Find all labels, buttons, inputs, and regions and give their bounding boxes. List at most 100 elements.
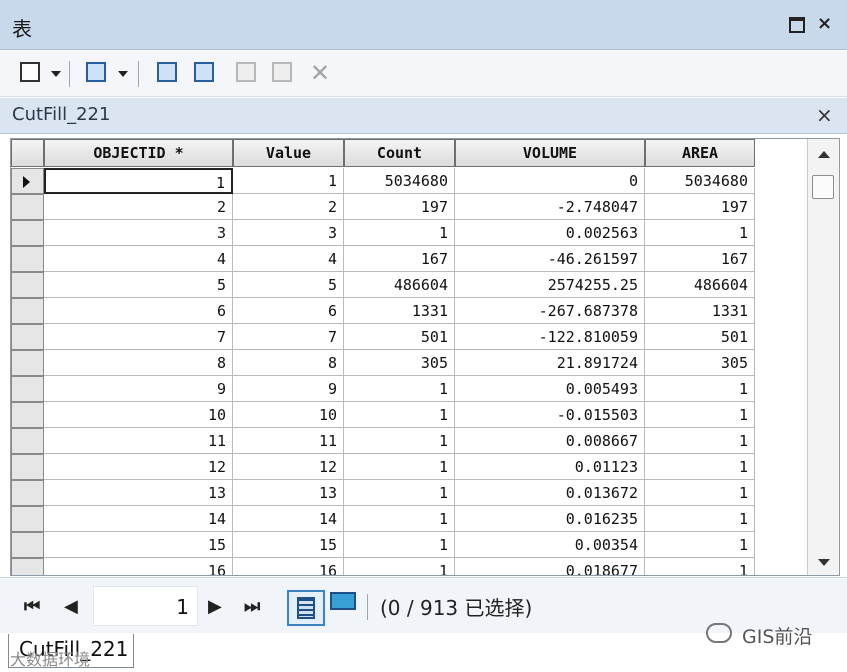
cell-value[interactable]: 8: [233, 350, 344, 376]
cell-count[interactable]: 1: [344, 506, 455, 532]
cell-volume[interactable]: -267.687378: [455, 298, 645, 324]
delete-selected-icon[interactable]: ✕: [310, 59, 330, 87]
row-selector[interactable]: [11, 402, 44, 428]
cell-area[interactable]: 1: [645, 220, 755, 246]
cell-volume[interactable]: -122.810059: [455, 324, 645, 350]
cell-objectid[interactable]: 16: [44, 558, 233, 575]
close-window-button[interactable]: ×: [817, 14, 832, 34]
cell-area[interactable]: 5034680: [645, 168, 755, 194]
cell-volume[interactable]: 0.01123: [455, 454, 645, 480]
first-record-button[interactable]: ⏮: [24, 596, 40, 617]
cell-value[interactable]: 15: [233, 532, 344, 558]
cell-volume[interactable]: -46.261597: [455, 246, 645, 272]
cell-value[interactable]: 7: [233, 324, 344, 350]
scroll-up-icon[interactable]: [818, 151, 830, 158]
select-all-corner[interactable]: [11, 139, 44, 167]
cell-objectid[interactable]: 13: [44, 480, 233, 506]
cell-count[interactable]: 486604: [344, 272, 455, 298]
cell-objectid[interactable]: 10: [44, 402, 233, 428]
cell-objectid[interactable]: 4: [44, 246, 233, 272]
cell-volume[interactable]: 21.891724: [455, 350, 645, 376]
cell-area[interactable]: 1: [645, 558, 755, 575]
cell-value[interactable]: 2: [233, 194, 344, 220]
row-selector[interactable]: [11, 428, 44, 454]
table-options-dropdown-icon[interactable]: [51, 71, 61, 77]
row-selector-current[interactable]: [11, 168, 44, 194]
cell-volume[interactable]: 2574255.25: [455, 272, 645, 298]
scroll-thumb[interactable]: [812, 175, 834, 199]
column-header-value[interactable]: Value: [233, 139, 344, 167]
row-selector[interactable]: [11, 480, 44, 506]
row-selector[interactable]: [11, 220, 44, 246]
cell-count[interactable]: 1: [344, 480, 455, 506]
cell-volume[interactable]: 0: [455, 168, 645, 194]
row-selector[interactable]: [11, 454, 44, 480]
column-header-area[interactable]: AREA: [645, 139, 755, 167]
scroll-down-icon[interactable]: [818, 559, 830, 566]
cell-count[interactable]: 1: [344, 532, 455, 558]
cell-value[interactable]: 14: [233, 506, 344, 532]
row-selector[interactable]: [11, 558, 44, 575]
row-selector[interactable]: [11, 350, 44, 376]
column-header-volume[interactable]: VOLUME: [455, 139, 645, 167]
cell-objectid[interactable]: 9: [44, 376, 233, 402]
cell-area[interactable]: 305: [645, 350, 755, 376]
related-tables-icon[interactable]: [84, 60, 110, 86]
column-header-count[interactable]: Count: [344, 139, 455, 167]
vertical-scrollbar[interactable]: [807, 139, 839, 575]
table-options-icon[interactable]: [18, 60, 44, 86]
cell-count[interactable]: 167: [344, 246, 455, 272]
cell-volume[interactable]: 0.008667: [455, 428, 645, 454]
cell-value[interactable]: 3: [233, 220, 344, 246]
cell-volume[interactable]: 0.005493: [455, 376, 645, 402]
column-header-objectid[interactable]: OBJECTID *: [44, 139, 233, 167]
cell-area[interactable]: 1331: [645, 298, 755, 324]
show-all-records-button[interactable]: [287, 590, 325, 626]
previous-record-button[interactable]: ◀: [64, 596, 78, 617]
cell-objectid[interactable]: 8: [44, 350, 233, 376]
cell-count[interactable]: 197: [344, 194, 455, 220]
cell-area[interactable]: 1: [645, 428, 755, 454]
cell-objectid[interactable]: 15: [44, 532, 233, 558]
cell-volume[interactable]: 0.013672: [455, 480, 645, 506]
maximize-button[interactable]: [789, 17, 805, 33]
cell-area[interactable]: 1: [645, 532, 755, 558]
row-selector[interactable]: [11, 194, 44, 220]
cell-volume[interactable]: -2.748047: [455, 194, 645, 220]
cell-count[interactable]: 1: [344, 402, 455, 428]
cell-count[interactable]: 501: [344, 324, 455, 350]
row-selector[interactable]: [11, 272, 44, 298]
cell-value[interactable]: 5: [233, 272, 344, 298]
cell-value[interactable]: 16: [233, 558, 344, 575]
cell-objectid[interactable]: 2: [44, 194, 233, 220]
cell-volume[interactable]: 0.00354: [455, 532, 645, 558]
cell-value[interactable]: 1: [233, 168, 344, 194]
cell-value[interactable]: 11: [233, 428, 344, 454]
cell-area[interactable]: 1: [645, 506, 755, 532]
clear-selection-icon[interactable]: [234, 60, 260, 86]
cell-count[interactable]: 1: [344, 428, 455, 454]
cell-area[interactable]: 167: [645, 246, 755, 272]
show-selected-records-button[interactable]: [330, 592, 356, 610]
cell-objectid[interactable]: 14: [44, 506, 233, 532]
select-by-attributes-icon[interactable]: [155, 60, 181, 86]
cell-value[interactable]: 4: [233, 246, 344, 272]
cell-area[interactable]: 1: [645, 480, 755, 506]
cell-count[interactable]: 305: [344, 350, 455, 376]
switch-selection-icon[interactable]: [192, 60, 218, 86]
current-record-input[interactable]: 1: [93, 586, 198, 626]
cell-objectid[interactable]: 5: [44, 272, 233, 298]
cell-volume[interactable]: 0.002563: [455, 220, 645, 246]
cell-objectid[interactable]: 1: [44, 168, 233, 194]
cell-objectid[interactable]: 12: [44, 454, 233, 480]
cell-count[interactable]: 1: [344, 558, 455, 575]
cell-objectid[interactable]: 11: [44, 428, 233, 454]
cell-count[interactable]: 1: [344, 454, 455, 480]
cell-area[interactable]: 1: [645, 402, 755, 428]
related-tables-dropdown-icon[interactable]: [118, 71, 128, 77]
cell-value[interactable]: 9: [233, 376, 344, 402]
cell-count[interactable]: 1: [344, 220, 455, 246]
next-record-button[interactable]: ▶: [208, 596, 222, 617]
cell-value[interactable]: 6: [233, 298, 344, 324]
cell-count[interactable]: 1331: [344, 298, 455, 324]
